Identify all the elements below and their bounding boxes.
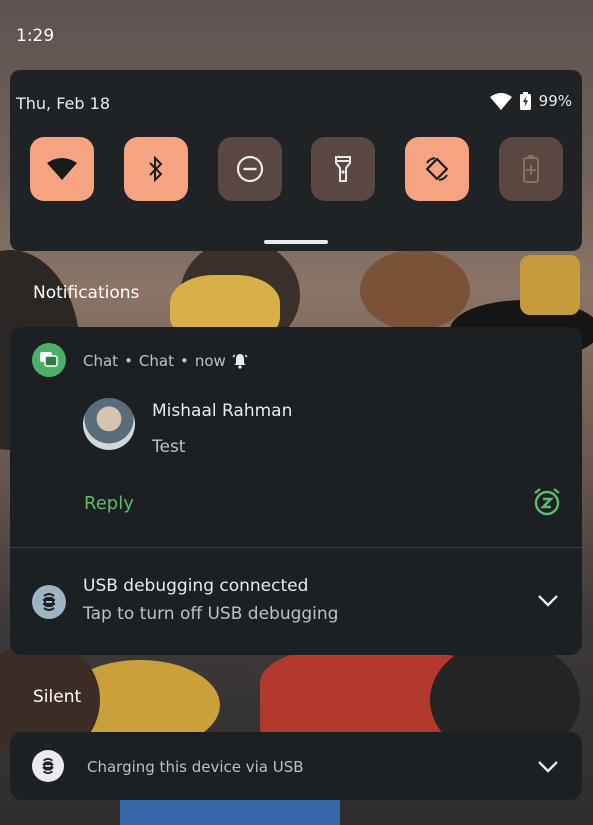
tile-battery-saver[interactable] — [499, 137, 563, 201]
usb-title: USB debugging connected — [83, 576, 309, 596]
silent-header: Silent — [33, 687, 82, 707]
battery-percent: 99% — [538, 92, 572, 110]
wifi-icon — [489, 92, 512, 110]
alert-bell-icon — [232, 354, 248, 369]
notifications-header: Notifications — [33, 283, 140, 303]
divider — [10, 547, 582, 548]
chat-header: Chat • Chat • now — [83, 352, 248, 370]
usb-subtitle: Tap to turn off USB debugging — [83, 604, 339, 624]
battery-icon — [519, 92, 531, 110]
status-bar: 1:29 — [0, 0, 593, 70]
snooze-icon[interactable] — [532, 487, 562, 517]
quick-settings-tiles — [30, 137, 570, 201]
usb-debug-icon — [43, 593, 55, 611]
quick-settings-panel: Thu, Feb 18 99% — [10, 70, 582, 251]
chevron-down-icon[interactable] — [537, 760, 559, 774]
chevron-down-icon[interactable] — [537, 594, 559, 608]
tile-bluetooth[interactable] — [124, 137, 188, 201]
charging-notification[interactable]: Charging this device via USB — [10, 732, 582, 800]
tile-auto-rotate[interactable] — [405, 137, 469, 201]
charging-text: Charging this device via USB — [87, 758, 304, 776]
flashlight-icon — [335, 156, 351, 182]
usb-app-icon — [32, 585, 66, 619]
bluetooth-icon — [149, 156, 163, 182]
reply-button[interactable]: Reply — [84, 493, 134, 514]
tile-flashlight[interactable] — [311, 137, 375, 201]
notification-time: now — [194, 352, 226, 370]
tile-wifi[interactable] — [30, 137, 94, 201]
wifi-icon — [47, 158, 77, 180]
qs-drag-handle[interactable] — [264, 240, 328, 244]
charging-app-icon — [32, 750, 64, 782]
sender-name: Mishaal Rahman — [152, 401, 293, 421]
app-name: Chat — [83, 352, 119, 370]
chat-app-icon — [32, 343, 66, 377]
dnd-icon — [236, 155, 264, 183]
battery-saver-icon — [523, 155, 539, 183]
chat-icon — [40, 352, 58, 367]
clock: 1:29 — [16, 26, 55, 46]
channel-name: Chat — [138, 352, 174, 370]
avatar — [83, 398, 135, 450]
tile-do-not-disturb[interactable] — [218, 137, 282, 201]
rotate-icon — [425, 157, 449, 181]
usb-icon — [42, 758, 54, 774]
qs-date[interactable]: Thu, Feb 18 — [16, 94, 110, 113]
notification-group: Chat • Chat • now Mishaal Rahman Test Re… — [10, 327, 582, 655]
qs-status-icons: 99% — [489, 92, 572, 110]
message-text: Test — [152, 437, 186, 457]
